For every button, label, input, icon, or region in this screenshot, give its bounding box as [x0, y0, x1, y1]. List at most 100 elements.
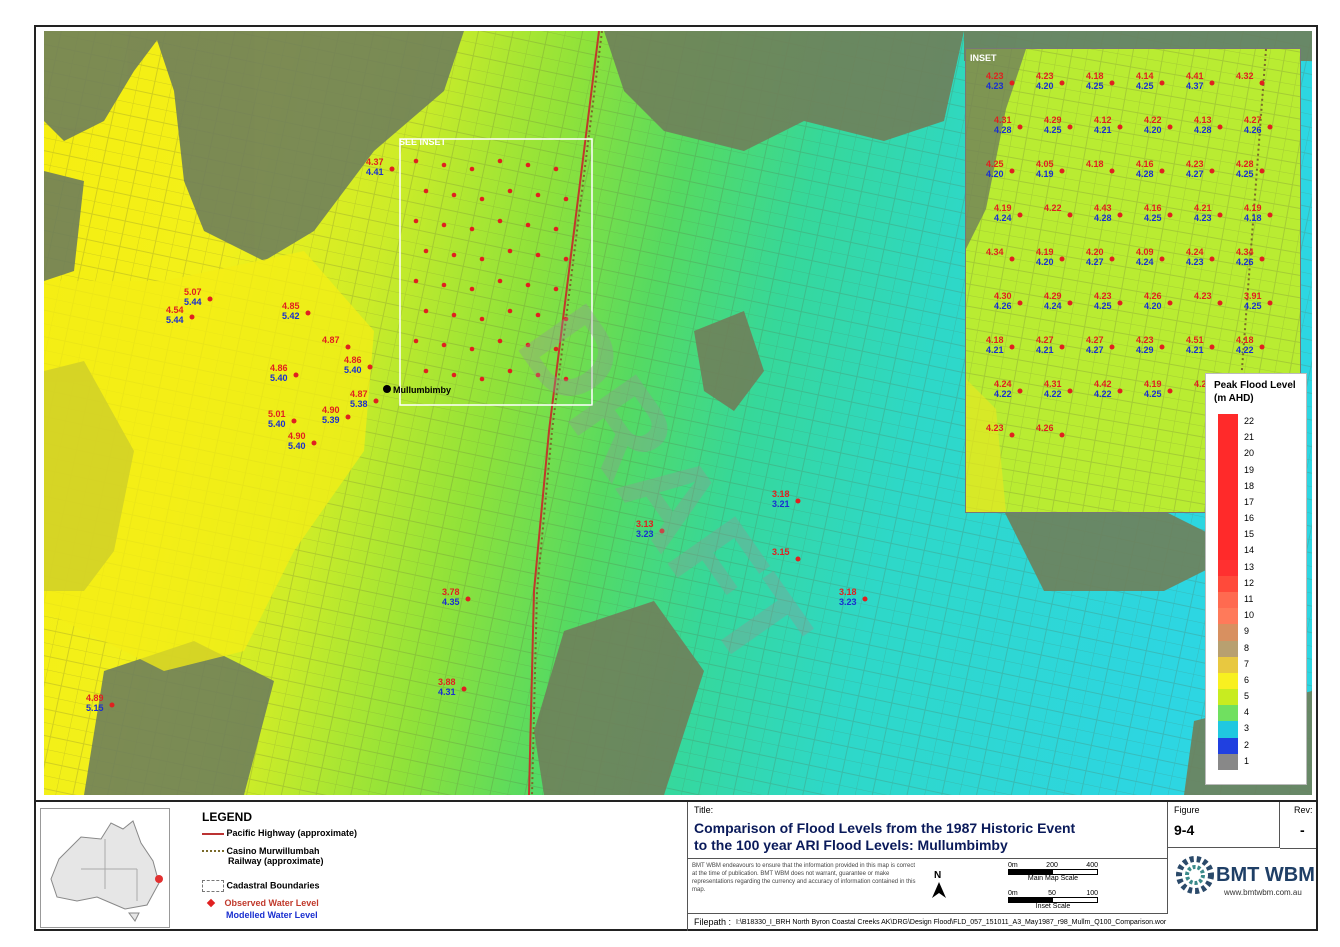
observed-level: 4.13 — [1194, 115, 1212, 125]
modelled-level: 4.28 — [1136, 169, 1154, 179]
observation-point-icon — [451, 252, 457, 258]
ramp-tick-label: 6 — [1244, 674, 1250, 685]
legend-item-modelled: Modelled Water Level — [226, 910, 318, 920]
observation-point-icon — [497, 338, 503, 344]
inset-point-icon — [1009, 432, 1015, 438]
main-scale-tick-2: 400 — [1086, 862, 1098, 869]
observed-level: 3.18 — [772, 489, 790, 499]
main-point-icon — [795, 498, 801, 504]
observed-level: 4.19 — [1144, 379, 1162, 389]
ramp-color-step — [1218, 511, 1238, 528]
observed-level: 4.23 — [1186, 159, 1204, 169]
figure-cell: Figure 9-4 — [1168, 802, 1280, 848]
observed-level: 4.34 — [1236, 247, 1254, 257]
ramp-color-step — [1218, 640, 1238, 657]
observation-point-icon — [469, 286, 475, 292]
observation-point-icon — [563, 256, 569, 262]
inset-point-icon — [1167, 388, 1173, 394]
modelled-level: 4.20 — [1036, 81, 1054, 91]
observed-level: 4.23 — [1136, 335, 1154, 345]
ramp-title: Peak Flood Level — [1214, 380, 1296, 391]
observed-level: 4.23 — [986, 423, 1004, 433]
ramp-color-step — [1218, 592, 1238, 609]
modelled-level: 5.44 — [166, 315, 184, 325]
north-label: N — [934, 870, 942, 881]
observed-level: 4.41 — [1186, 71, 1204, 81]
observation-point-icon — [469, 346, 475, 352]
main-point-icon — [465, 596, 471, 602]
observation-point-icon — [441, 282, 447, 288]
rev-cell: Rev: - — [1280, 802, 1316, 849]
observed-level: 4.18 — [1236, 335, 1254, 345]
observed-level: 4.22 — [1144, 115, 1162, 125]
modelled-level: 4.28 — [1194, 125, 1212, 135]
observed-level: 4.23 — [986, 71, 1004, 81]
title-cell: Title: Comparison of Flood Levels from t… — [688, 802, 1168, 914]
ramp-color-step — [1218, 608, 1238, 625]
modelled-level: 4.21 — [1186, 345, 1204, 355]
main-map-scale: 0m 200 400 Main Map Scale — [1008, 862, 1098, 882]
observation-point-icon — [423, 248, 429, 254]
filepath-value: I:\B18330_I_BRH North Byron Coastal Cree… — [736, 919, 1167, 926]
modelled-level: 4.18 — [1244, 213, 1262, 223]
observed-level: 5.01 — [268, 409, 286, 419]
observation-point-icon — [479, 196, 485, 202]
observed-level: 4.34 — [986, 247, 1004, 257]
modelled-level: 3.21 — [772, 499, 790, 509]
inset-point-icon — [1009, 80, 1015, 86]
modelled-level: 4.25 — [1144, 213, 1162, 223]
inset-point-icon — [1109, 344, 1115, 350]
observation-point-icon — [507, 188, 513, 194]
main-point-icon — [862, 596, 868, 602]
ramp-tick-label: 22 — [1244, 416, 1255, 426]
legend-item-highway: Pacific Highway (approximate) — [202, 828, 357, 838]
observation-point-icon — [563, 196, 569, 202]
observation-point-icon — [525, 282, 531, 288]
town-label: Mullumbimby — [393, 385, 451, 395]
modelled-level: 4.27 — [1186, 169, 1204, 179]
modelled-level: 4.35 — [442, 597, 460, 607]
observation-point-icon — [469, 166, 475, 172]
observation-point-icon — [553, 226, 559, 232]
ramp-tick-label: 5 — [1244, 691, 1250, 702]
north-arrow-icon — [932, 882, 946, 898]
ramp-color-step — [1218, 446, 1238, 463]
modelled-level: 4.25 — [1136, 81, 1154, 91]
inset-point-icon — [1017, 300, 1023, 306]
observed-level: 4.18 — [986, 335, 1004, 345]
ramp-tick-label: 17 — [1244, 496, 1255, 507]
ramp-tick-label: 14 — [1244, 545, 1255, 556]
ramp-color-step — [1218, 414, 1238, 431]
inset-point-icon — [1167, 212, 1173, 218]
observed-level: 4.27 — [1244, 115, 1262, 125]
modelled-level: 4.21 — [986, 345, 1004, 355]
inset-point-icon — [1117, 212, 1123, 218]
inset-point-icon — [1117, 388, 1123, 394]
observed-level: 4.14 — [1136, 71, 1154, 81]
ramp-tick-label: 13 — [1244, 561, 1255, 572]
filepath-row: Filepath : I:\B18330_I_BRH North Byron C… — [688, 914, 1316, 931]
observed-level: 4.31 — [1044, 379, 1062, 389]
ramp-color-step — [1218, 624, 1238, 641]
ramp-color-step — [1218, 737, 1238, 754]
observed-level: 4.23 — [1094, 291, 1112, 301]
website: www.bmtwbm.com.au — [1224, 888, 1302, 897]
observed-level: 4.26 — [1036, 423, 1054, 433]
ramp-color-step — [1218, 753, 1238, 770]
ramp-tick-label: 2 — [1244, 739, 1250, 750]
ramp-tick-label: 1 — [1244, 755, 1250, 766]
observed-level: 4.28 — [1236, 159, 1254, 169]
observation-point-icon — [479, 256, 485, 262]
observed-level: 4.42 — [1094, 379, 1112, 389]
legend-railway-label-2: Railway (approximate) — [228, 856, 324, 866]
observed-level: 4.05 — [1036, 159, 1054, 169]
inset-point-icon — [1109, 80, 1115, 86]
inset-point-icon — [1209, 80, 1215, 86]
modelled-level: 5.40 — [344, 365, 362, 375]
figure-number: 9-4 — [1174, 822, 1195, 838]
modelled-level: 4.20 — [1144, 301, 1162, 311]
modelled-level: 5.42 — [282, 311, 300, 321]
inset-scale-tick-0: 0m — [1008, 890, 1018, 897]
observation-point-icon — [553, 286, 559, 292]
main-point-icon — [345, 414, 351, 420]
